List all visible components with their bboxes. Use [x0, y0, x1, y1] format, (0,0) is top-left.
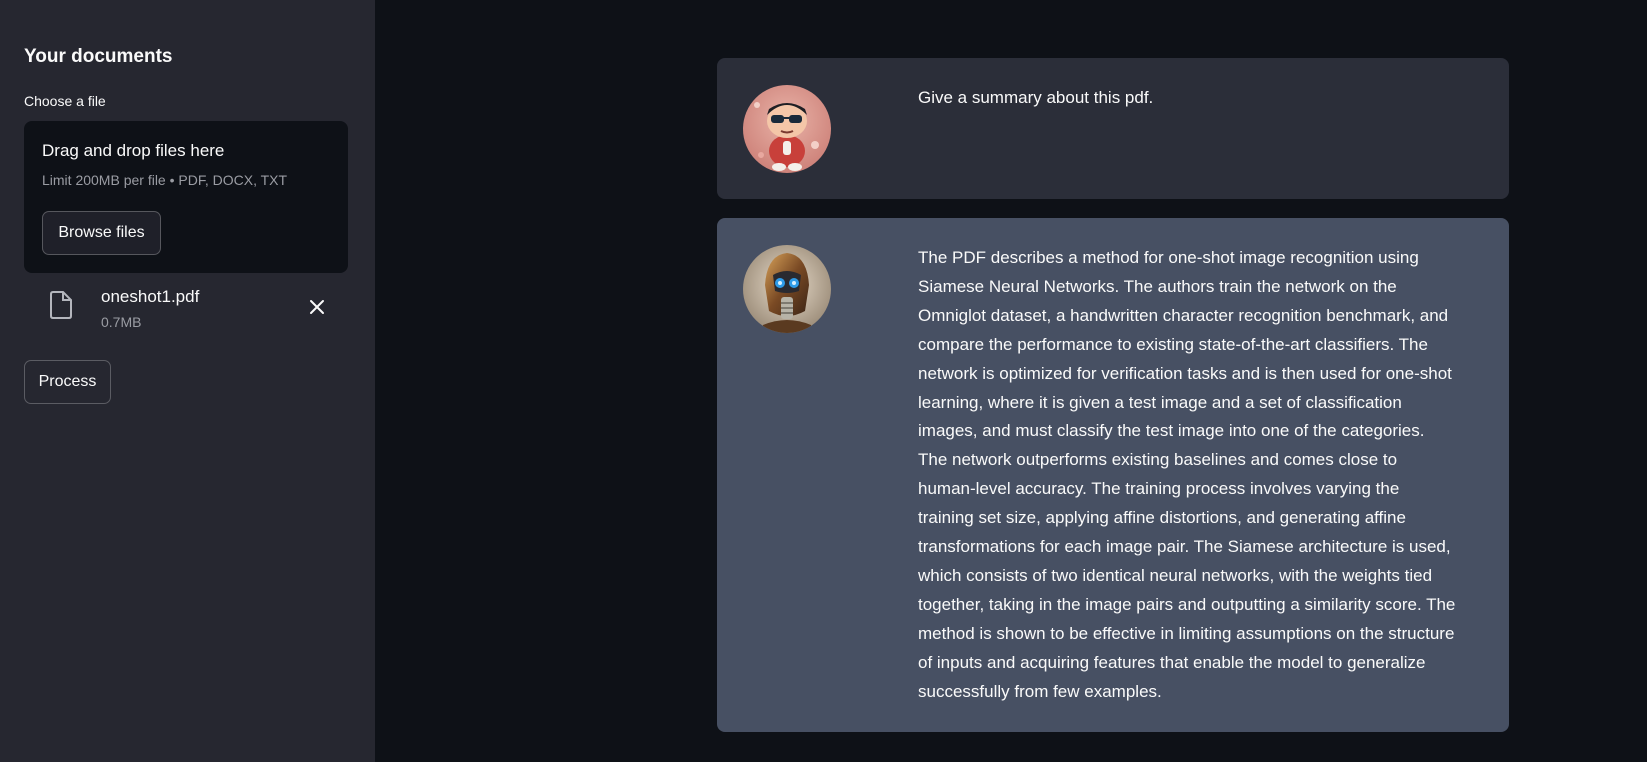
user-message-text: Give a summary about this pdf.: [918, 88, 1154, 107]
bot-message-text: The PDF describes a method for one-shot …: [918, 248, 1456, 701]
uploaded-file-item: oneshot1.pdf 0.7MB: [24, 283, 348, 333]
dropzone-limit-text: Limit 200MB per file • PDF, DOCX, TXT: [42, 172, 288, 188]
process-button[interactable]: Process: [24, 360, 111, 404]
file-uploader-label: Choose a file: [24, 93, 106, 109]
sidebar-title: Your documents: [24, 46, 173, 67]
browse-files-button[interactable]: Browse files: [42, 211, 161, 255]
chat-message-bot: The PDF describes a method for one-shot …: [717, 218, 1509, 732]
sidebar: Your documents Choose a file Drag and dr…: [0, 0, 375, 762]
close-icon[interactable]: [308, 298, 326, 316]
cartoon-boy-sunglasses-avatar-icon: [743, 85, 831, 173]
file-dropzone[interactable]: Drag and drop files here Limit 200MB per…: [24, 121, 348, 273]
chat-message-user: Give a summary about this pdf.: [717, 58, 1509, 199]
dropzone-title: Drag and drop files here: [42, 141, 225, 160]
bot-avatar: [743, 245, 831, 333]
file-icon: [50, 291, 72, 319]
robot-avatar-icon: [743, 245, 831, 333]
file-name: oneshot1.pdf: [101, 287, 200, 306]
file-size: 0.7MB: [101, 314, 142, 330]
user-avatar: [743, 85, 831, 173]
